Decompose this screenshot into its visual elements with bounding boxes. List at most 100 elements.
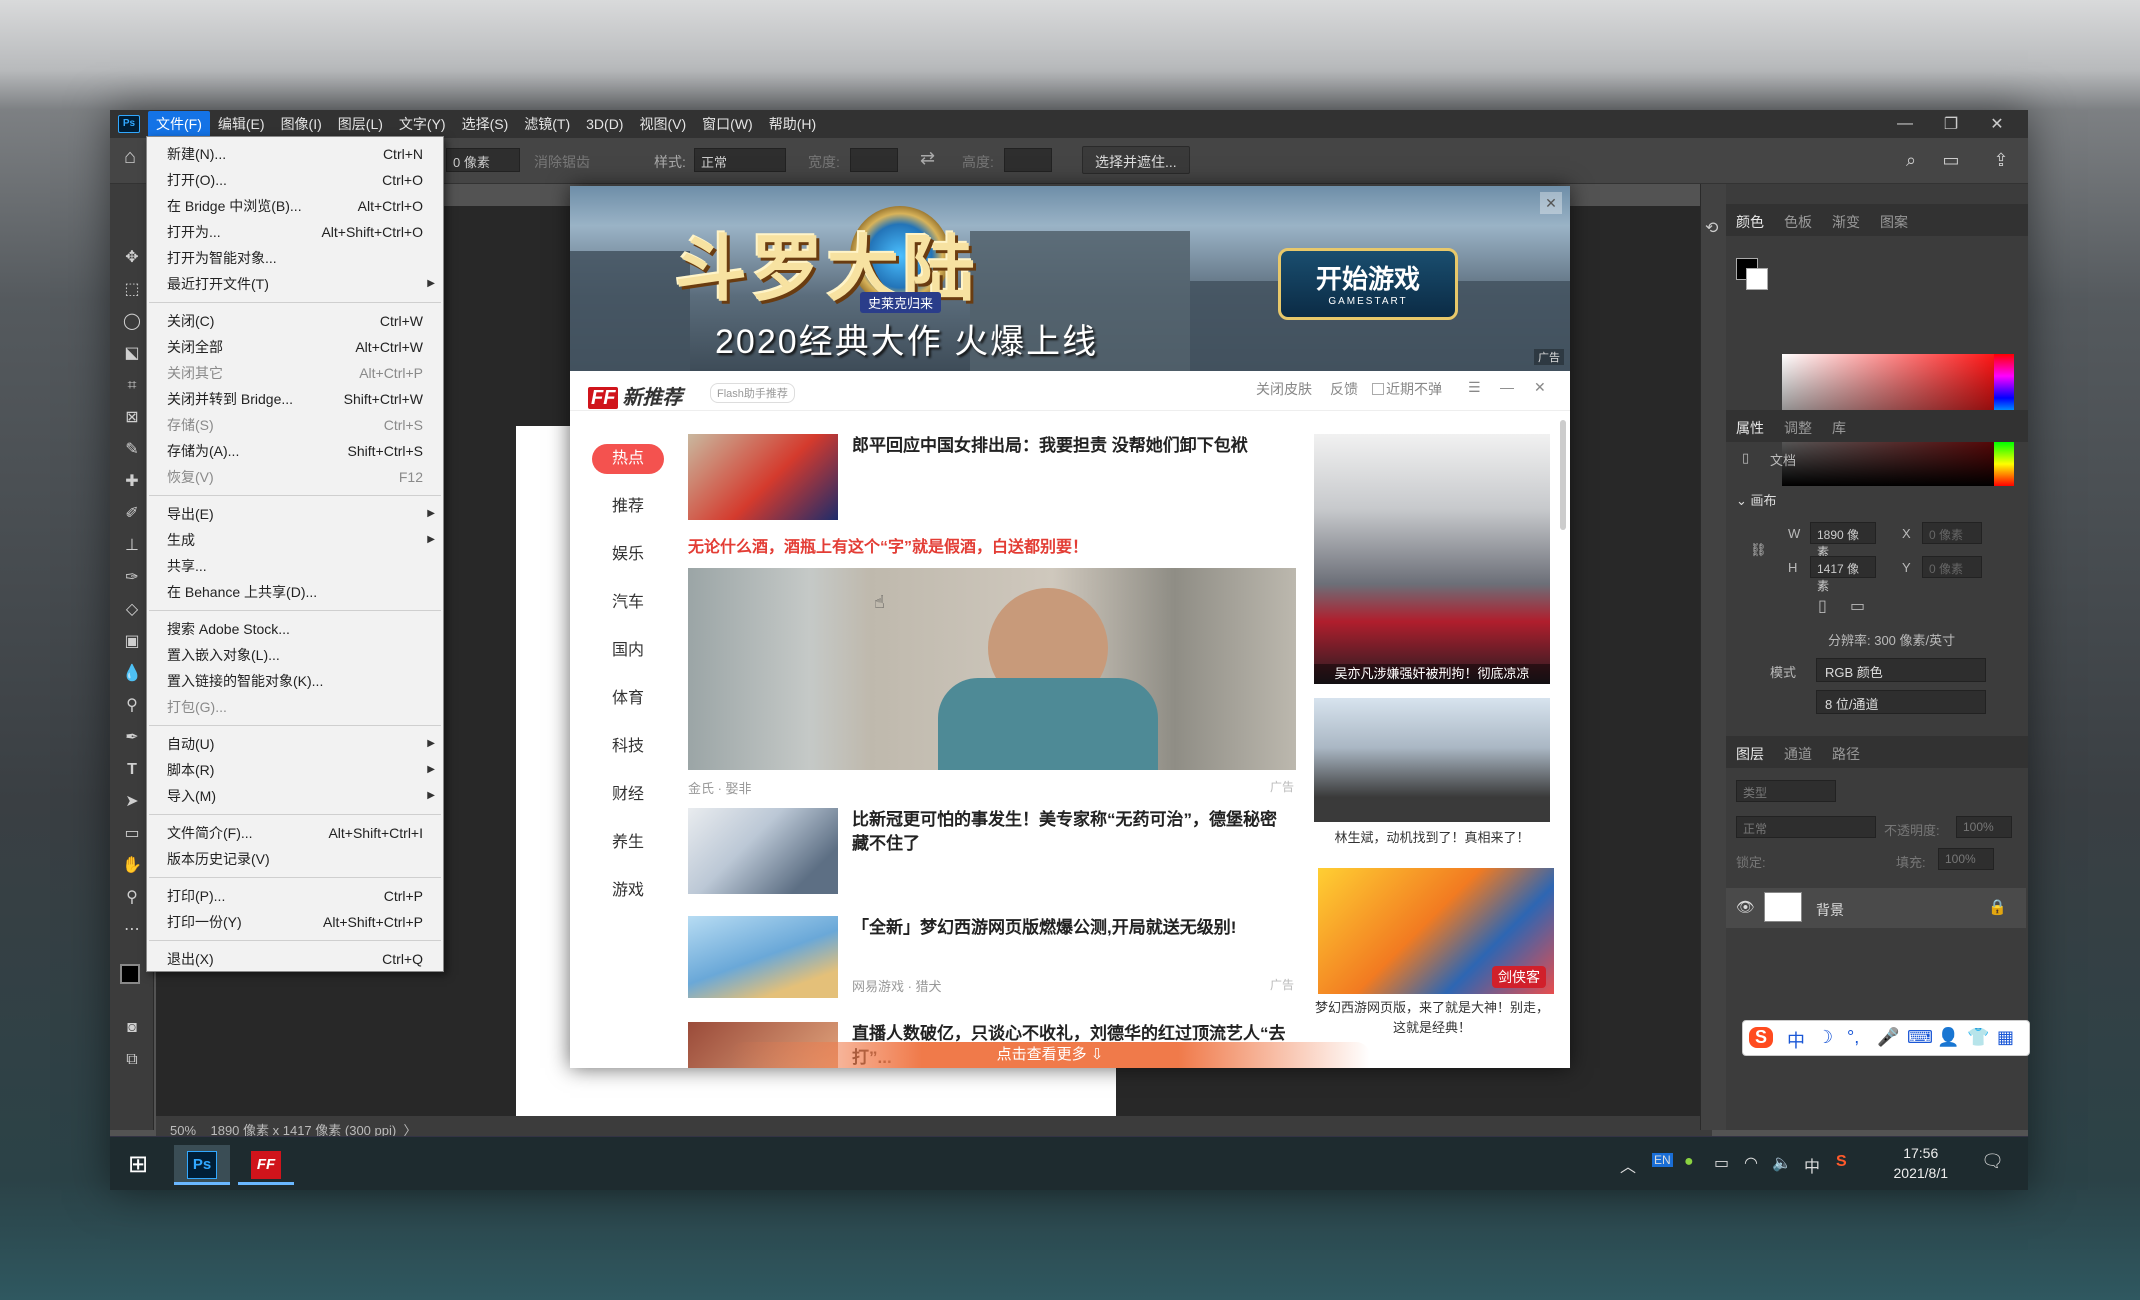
notification-icon[interactable]: 🗨 [1981,1151,2004,1172]
eye-icon[interactable]: 👁 [1736,898,1755,916]
menu-file[interactable]: 文件(F) [148,111,210,137]
tab-color[interactable]: 颜色 [1736,212,1764,232]
menu-select[interactable]: 选择(S) [454,111,517,137]
news-headline-ad[interactable]: 无论什么酒，酒瓶上有这个“字”就是假酒，白送都别要！ [688,536,1298,560]
opacity-input[interactable]: 100% [1956,816,2012,838]
path-select-icon[interactable]: ➤ [120,790,144,814]
menu-item-close[interactable]: 关闭(C) Ctrl+W [147,308,443,334]
more-tools-icon[interactable]: ⋯ [120,918,144,942]
height-field[interactable] [1004,148,1052,172]
minimize-icon[interactable]: — [1882,115,1928,133]
ad-big-image[interactable]: ☝ [688,568,1296,770]
popup-scrollbar[interactable] [1560,420,1566,530]
blend-mode-select[interactable]: 正常 [1736,816,1876,838]
history-brush-icon[interactable]: ✑ [120,566,144,590]
width-field[interactable] [850,148,898,172]
ime-mode-icon[interactable]: 中 [1787,1027,1805,1053]
nav-health[interactable]: 养生 [592,828,664,858]
bg-swatch[interactable] [1746,268,1768,290]
frame-tool-icon[interactable]: ⊠ [120,406,144,430]
ime-user-icon[interactable]: 👤 [1937,1027,1959,1048]
menu-item-place-embedded[interactable]: 置入嵌入对象(L)... [147,642,443,668]
sogou-logo-icon[interactable]: S [1749,1027,1774,1048]
news-headline[interactable]: 郎平回应中国女排出局：我要担责 没帮她们卸下包袱 [852,434,1292,458]
news-headline[interactable]: 「全新」梦幻西游网页版燃爆公测,开局就送无级别! [852,916,1292,940]
tab-patterns[interactable]: 图案 [1880,212,1908,232]
restore-icon[interactable]: ❐ [1928,114,1974,134]
menu-image[interactable]: 图像(I) [273,111,330,137]
quick-mask-icon[interactable]: ◙ [120,1016,144,1040]
menu-item-close-all[interactable]: 关闭全部 Alt+Ctrl+W [147,334,443,360]
landscape-icon[interactable]: ▭ [1850,596,1865,616]
ime-mic-icon[interactable]: 🎤 [1877,1027,1899,1048]
history-panel-icon[interactable]: ⟲ [1705,218,1718,238]
feather-field[interactable]: 0 像素 [446,148,520,172]
layer-filter-input[interactable]: 类型 [1736,780,1836,802]
depth-select[interactable]: 8 位/通道 [1816,690,1986,714]
start-game-button[interactable]: 开始游戏 GAMESTART [1278,248,1458,320]
menu-help[interactable]: 帮助(H) [761,111,824,137]
menu-item-import[interactable]: 导入(M) ▶ [147,783,443,809]
ime-moon-icon[interactable]: ☽ [1817,1027,1833,1048]
game-ad-banner[interactable]: 斗罗大陆 史莱克归来 2020经典大作 火爆上线 开始游戏 GAMESTART … [570,186,1570,371]
tab-paths[interactable]: 路径 [1832,744,1860,764]
banner-close-icon[interactable]: ✕ [1540,192,1562,214]
news-thumb[interactable] [688,916,838,998]
pen-tool-icon[interactable]: ✒ [120,726,144,750]
tab-layers[interactable]: 图层 [1736,744,1764,764]
menu-item-scripts[interactable]: 脚本(R) ▶ [147,757,443,783]
canvas-section-header[interactable]: ⌄ 画布 [1736,490,1777,509]
menu-item-print[interactable]: 打印(P)... Ctrl+P [147,883,443,909]
taskbar-photoshop[interactable]: Ps [174,1145,230,1185]
ime-keyboard-icon[interactable]: ⌨ [1907,1027,1933,1048]
nav-domestic[interactable]: 国内 [592,636,664,666]
ime-skin-icon[interactable]: 👕 [1967,1027,1989,1048]
nav-hot[interactable]: 热点 [592,444,664,474]
tray-overflow-icon[interactable]: ︿ [1620,1153,1636,1177]
gradient-tool-icon[interactable]: ▣ [120,630,144,654]
menu-item-save-as[interactable]: 存储为(A)... Shift+Ctrl+S [147,438,443,464]
nav-auto[interactable]: 汽车 [592,588,664,618]
menu-filter[interactable]: 滤镜(T) [516,111,578,137]
tray-app-icon[interactable]: ● [1684,1153,1694,1171]
tray-ime-icon[interactable]: 中 [1804,1153,1820,1177]
share-icon[interactable]: ⇪ [1990,150,2012,172]
feedback-link[interactable]: 反馈 [1330,379,1358,399]
menu-item-open[interactable]: 打开(O)... Ctrl+O [147,167,443,193]
no-popup-checkbox[interactable]: 近期不弹 [1372,379,1442,399]
menu-item-share[interactable]: 共享... [147,553,443,579]
eraser-tool-icon[interactable]: ◇ [120,598,144,622]
menu-3d[interactable]: 3D(D) [578,113,631,135]
windows-start-icon[interactable]: ⊞ [110,1145,166,1185]
nav-sports[interactable]: 体育 [592,684,664,714]
x-input[interactable]: 0 像素 [1922,522,1982,544]
nav-games[interactable]: 游戏 [592,876,664,906]
menu-edit[interactable]: 编辑(E) [210,111,273,137]
select-and-mask-button[interactable]: 选择并遮住... [1082,146,1190,174]
menu-item-print-one[interactable]: 打印一份(Y) Alt+Shift+Ctrl+P [147,909,443,935]
menu-item-automate[interactable]: 自动(U) ▶ [147,731,443,757]
stamp-tool-icon[interactable]: ⊥ [120,534,144,558]
search-icon[interactable]: ⌕ [1900,150,1922,172]
nav-finance[interactable]: 财经 [592,780,664,810]
nav-tech[interactable]: 科技 [592,732,664,762]
link-icon[interactable]: ⛓ [1750,542,1767,558]
menu-item-behance[interactable]: 在 Behance 上共享(D)... [147,579,443,605]
hand-tool-icon[interactable]: ✋ [120,854,144,878]
portrait-icon[interactable]: ▯ [1818,596,1827,616]
menu-item-close-go-bridge[interactable]: 关闭并转到 Bridge... Shift+Ctrl+W [147,386,443,412]
y-input[interactable]: 0 像素 [1922,556,1982,578]
clock[interactable]: 17:56 2021/8/1 [1894,1143,1949,1183]
tray-volume-icon[interactable]: 🔈 [1772,1153,1792,1173]
brush-tool-icon[interactable]: ✐ [120,502,144,526]
eyedropper-tool-icon[interactable]: ✎ [120,438,144,462]
menu-view[interactable]: 视图(V) [631,111,694,137]
menu-item-adobe-stock[interactable]: 搜索 Adobe Stock... [147,616,443,642]
menu-item-place-linked[interactable]: 置入链接的智能对象(K)... [147,668,443,694]
move-tool-icon[interactable]: ✥ [120,246,144,270]
news-thumb[interactable] [688,434,838,520]
tray-lang-icon[interactable]: EN [1652,1153,1673,1167]
side-card-image[interactable]: 剑侠客 [1318,868,1554,994]
healing-tool-icon[interactable]: ✚ [120,470,144,494]
screen-mode-icon[interactable]: ⧉ [120,1048,144,1072]
